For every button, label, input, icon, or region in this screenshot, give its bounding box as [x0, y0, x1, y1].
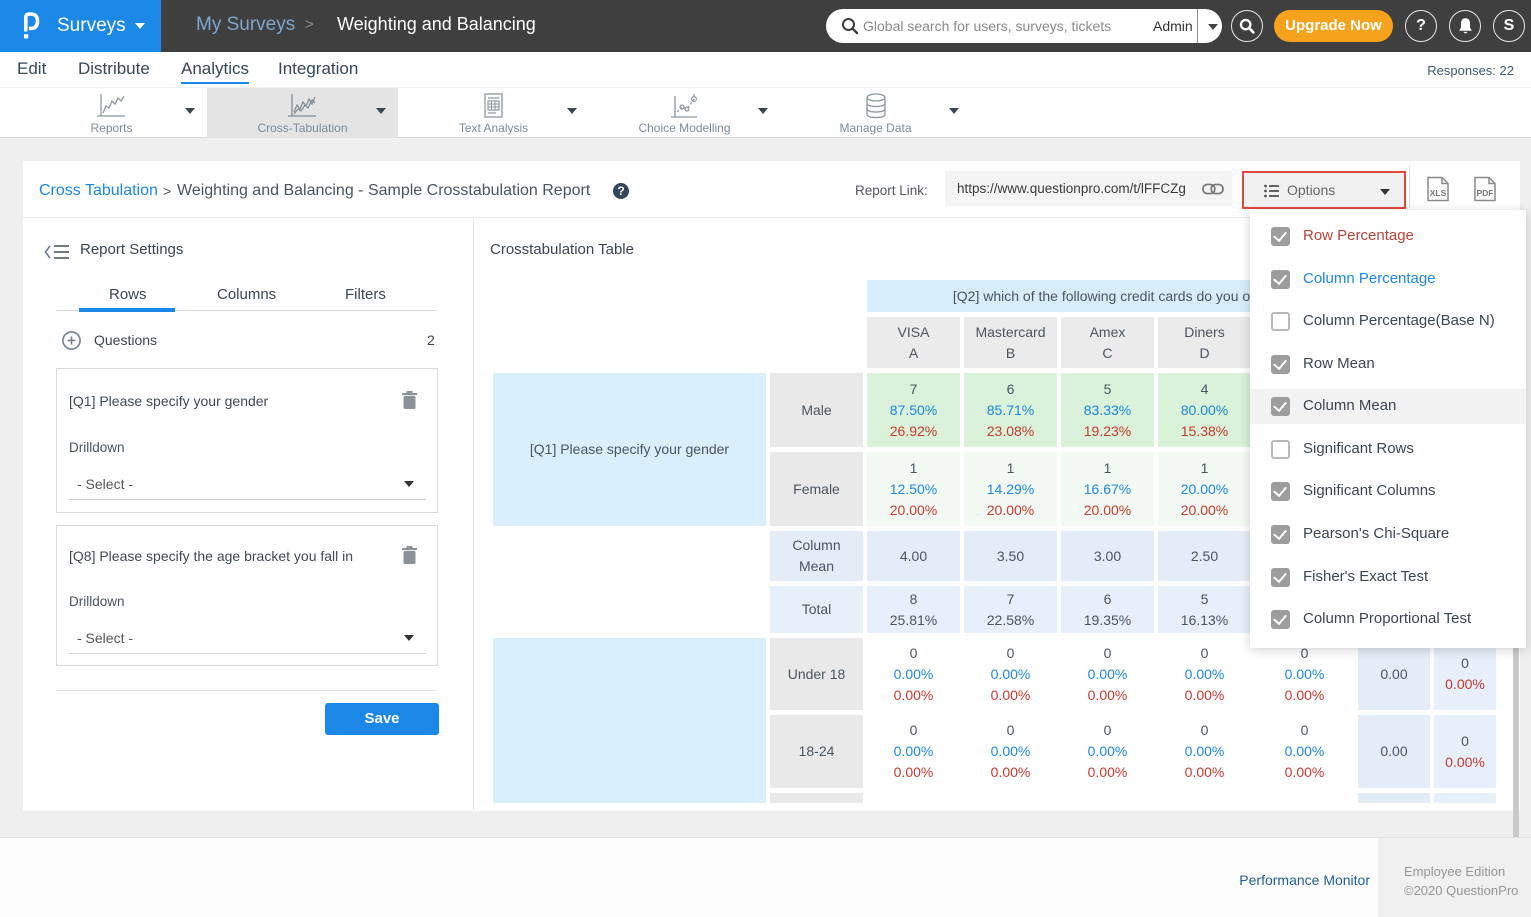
svg-text:XLS: XLS [1430, 188, 1447, 198]
svg-text:PDF: PDF [1477, 188, 1494, 198]
